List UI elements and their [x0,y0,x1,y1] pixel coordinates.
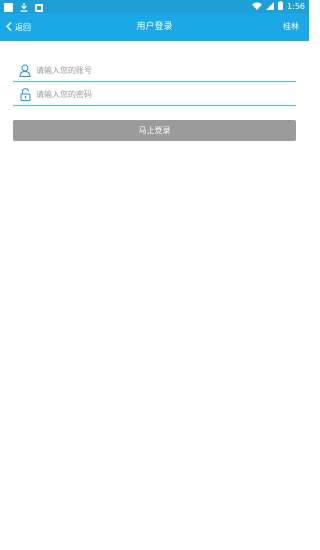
account-field [13,59,296,82]
password-input[interactable] [36,85,296,103]
lock-icon [19,87,31,101]
user-icon [19,63,31,77]
password-field [13,83,296,106]
status-time: 1:56 [287,2,305,11]
battery-icon [278,1,284,12]
status-bar: 1:56 [0,0,309,13]
back-button[interactable]: 返回 [6,13,31,41]
wifi-icon [252,2,263,12]
signal-icon [266,1,275,12]
login-button[interactable]: 马上登录 [13,120,296,141]
status-bar-system: 1:56 [252,0,305,13]
page-title: 用户登录 [136,22,173,32]
status-bar-notifications [4,1,43,12]
city-selector[interactable]: 桂林 [283,13,299,41]
chevron-left-icon [6,21,12,33]
app-bar: 返回 用户登录 桂林 [0,13,309,41]
account-input[interactable] [36,61,296,79]
back-label: 返回 [15,22,31,32]
